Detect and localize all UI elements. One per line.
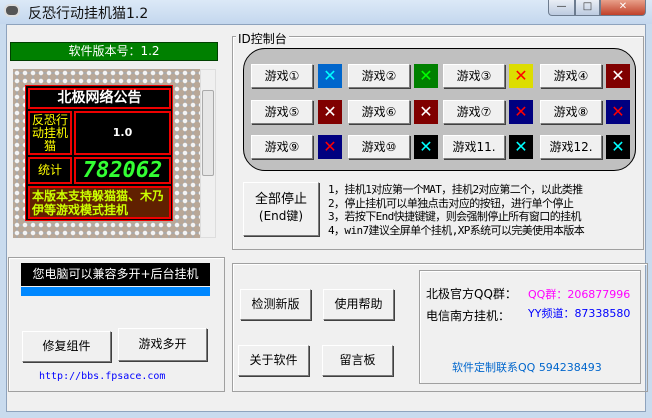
game-button-7[interactable]: 游戏⑦ <box>443 100 505 124</box>
instruction-line: 2，停止挂机可以单独点击对应的按钮，进行单个停止 <box>328 196 574 210</box>
guestbook-button[interactable]: 留言板 <box>322 345 393 376</box>
forum-link[interactable]: http://bbs.fpsace.com <box>39 371 165 382</box>
stop-game-9-close-icon[interactable]: ✕ <box>318 135 342 159</box>
stop-game-7-close-icon[interactable]: ✕ <box>509 100 533 124</box>
version-label: 软件版本号：1.2 <box>10 42 218 61</box>
compat-status: 您电脑可以兼容多开+后台挂机 <box>21 263 210 286</box>
game-button-11[interactable]: 游戏11. <box>443 135 505 159</box>
notice-scrollbar[interactable] <box>200 69 216 238</box>
stop-game-5-close-icon[interactable]: ✕ <box>318 100 342 124</box>
stop-all-key: (End键) <box>258 209 304 223</box>
maximize-button[interactable]: □ <box>575 0 600 16</box>
stop-game-3-close-icon[interactable]: ✕ <box>509 64 533 88</box>
game-button-3[interactable]: 游戏③ <box>443 64 505 88</box>
about-button[interactable]: 关于软件 <box>238 345 309 376</box>
id-console-title: ID控制台 <box>236 30 289 47</box>
instructions: 1，挂机1对应第一个MAT，挂机2对应第二个，以此类推 2，停止挂机可以单独点击… <box>328 183 585 237</box>
stat-value: 782062 <box>74 157 171 184</box>
game-button-6[interactable]: 游戏⑥ <box>348 100 410 124</box>
stop-all-label: 全部停止 <box>254 192 307 207</box>
instruction-line: 1，挂机1对应第一个MAT，挂机2对应第二个，以此类推 <box>328 183 583 196</box>
game-button-2[interactable]: 游戏② <box>348 64 410 88</box>
scrollbar-thumb[interactable] <box>202 90 214 176</box>
stop-game-4-close-icon[interactable]: ✕ <box>606 64 630 88</box>
stop-game-6-close-icon[interactable]: ✕ <box>414 100 438 124</box>
game-button-10[interactable]: 游戏⑩ <box>348 135 410 159</box>
notice-heading: 北极网络公告 <box>28 88 171 109</box>
stop-game-2-close-icon[interactable]: ✕ <box>414 64 438 88</box>
notice-app-version: 1.0 <box>74 111 171 155</box>
qq-group-label: 北极官方QQ群： <box>426 287 517 301</box>
game-button-12[interactable]: 游戏12. <box>540 135 602 159</box>
game-button-4[interactable]: 游戏④ <box>540 64 602 88</box>
repair-button[interactable]: 修复组件 <box>22 331 111 362</box>
compat-progress-bar <box>21 287 210 296</box>
notice-app-name: 反恐行动挂机猫 <box>28 111 72 155</box>
qq-group-value: QQ群：206877996 <box>528 288 631 301</box>
app-icon <box>4 4 20 17</box>
notice-message: 本版本支持躲猫猫、木乃伊等游戏模式挂机 <box>28 186 171 219</box>
stop-game-1-close-icon[interactable]: ✕ <box>318 64 342 88</box>
game-button-1[interactable]: 游戏① <box>251 64 313 88</box>
window-title: 反恐行动挂机猫1.2 <box>28 6 149 22</box>
close-button[interactable]: ✕ <box>600 0 646 16</box>
stop-game-8-close-icon[interactable]: ✕ <box>606 100 630 124</box>
stop-game-11-close-icon[interactable]: ✕ <box>509 135 533 159</box>
stop-game-12-close-icon[interactable]: ✕ <box>606 135 630 159</box>
instruction-line: 4，win7建议全屏单个挂机,XP系统可以完美使用本版本 <box>328 223 585 237</box>
stat-label: 统计 <box>28 157 72 184</box>
yy-value: YY频道：87338580 <box>528 307 631 320</box>
multi-open-button[interactable]: 游戏多开 <box>118 328 207 361</box>
stop-game-10-close-icon[interactable]: ✕ <box>414 135 438 159</box>
game-button-5[interactable]: 游戏⑤ <box>251 100 313 124</box>
yy-label: 电信南方挂机： <box>426 309 511 323</box>
help-button[interactable]: 使用帮助 <box>323 289 394 320</box>
game-button-9[interactable]: 游戏⑨ <box>251 135 313 159</box>
instruction-line: 3，若按下End快捷键键，则会强制停止所有窗口的挂机 <box>328 210 581 223</box>
minimize-button[interactable]: — <box>548 0 575 16</box>
stop-all-button[interactable]: 全部停止 (End键) <box>243 182 319 236</box>
custom-contact: 软件定制联系QQ 594238493 <box>452 361 602 374</box>
game-button-8[interactable]: 游戏⑧ <box>540 100 602 124</box>
check-update-button[interactable]: 检测新版 <box>240 289 311 320</box>
